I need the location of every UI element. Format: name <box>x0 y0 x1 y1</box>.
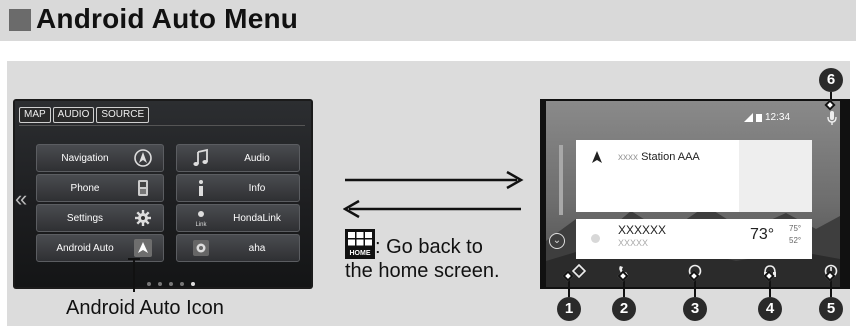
page-dot <box>169 282 173 286</box>
scroll-indicator[interactable] <box>559 145 563 215</box>
menu-item-label: Navigation <box>61 153 109 164</box>
home-note-line1: : Go back to <box>375 236 483 258</box>
tab-source[interactable]: SOURCE <box>96 107 150 123</box>
page-title: Android Auto Menu <box>36 3 299 34</box>
tab-divider <box>19 125 305 126</box>
temperature: 73° <box>750 226 775 243</box>
weather-title: XXXXXX <box>618 223 667 237</box>
microphone-icon[interactable] <box>826 110 838 126</box>
menu-item-settings[interactable]: Settings <box>36 204 164 232</box>
temperature-low: 52° <box>789 236 802 245</box>
compass-icon <box>134 149 152 167</box>
music-note-icon <box>193 148 208 166</box>
title-square-icon <box>9 9 31 31</box>
phone-icon <box>138 180 148 196</box>
info-icon <box>199 180 203 196</box>
callout-number-4: 4 <box>758 297 782 321</box>
navigation-card-map <box>739 140 812 212</box>
menu-item-label: Android Auto <box>56 243 114 254</box>
hondalink-icon: Link <box>195 211 207 228</box>
status-bar: 12:34 <box>744 112 790 123</box>
menu-item-label: Phone <box>70 183 100 194</box>
callout-number-6: 6 <box>819 68 843 92</box>
arrow-right-icon <box>345 170 524 190</box>
navigation-nav-icon[interactable] <box>572 264 586 278</box>
android-auto-icon <box>134 239 152 257</box>
aha-icon <box>193 240 209 256</box>
hondalink-icon-text: Link <box>195 222 207 228</box>
home-note-line2: the home screen. <box>345 260 500 282</box>
menu-item-android-auto[interactable]: Android Auto <box>36 234 164 262</box>
callout-number-2: 2 <box>612 297 636 321</box>
menu-item-label: Audio <box>244 153 270 164</box>
page-dot <box>147 282 151 286</box>
menu-item-hondalink[interactable]: Link HondaLink <box>176 204 300 232</box>
menu-item-label: HondaLink <box>233 213 281 224</box>
chevron-left-icon[interactable]: « <box>15 186 27 212</box>
weather-dot-icon <box>591 234 600 243</box>
tab-map[interactable]: MAP <box>19 107 51 123</box>
expand-icon[interactable]: ⌄ <box>549 233 565 249</box>
weather-subtitle: XXXXX <box>618 238 649 248</box>
signal-icon <box>744 113 753 122</box>
tab-audio[interactable]: AUDIO <box>52 107 95 123</box>
station-name: Station AAA <box>641 151 700 163</box>
callout-number-5: 5 <box>819 297 843 321</box>
android-auto-icon-callout: Android Auto Icon <box>66 297 224 319</box>
arrow-left-icon <box>343 199 521 219</box>
callout-number-1: 1 <box>557 297 581 321</box>
clock: 12:34 <box>765 112 791 123</box>
navigation-arrow-icon <box>592 151 602 163</box>
menu-item-label: aha <box>248 243 266 254</box>
menu-item-info[interactable]: Info <box>176 174 300 202</box>
callout-number-3: 3 <box>683 297 707 321</box>
page-dot <box>180 282 184 286</box>
callout-line <box>133 258 135 292</box>
menu-item-aha[interactable]: aha <box>176 234 300 262</box>
home-badge-text: HOME <box>350 250 371 257</box>
station-text: xxxx Station AAA <box>618 151 700 163</box>
weather-card[interactable] <box>576 219 812 259</box>
page-dot-active <box>191 282 195 286</box>
menu-item-phone[interactable]: Phone <box>36 174 164 202</box>
home-note: HOME : Go back to the home screen. <box>345 229 500 283</box>
menu-item-navigation[interactable]: Navigation <box>36 144 164 172</box>
gear-icon <box>135 210 151 226</box>
page-dot <box>158 282 162 286</box>
battery-icon <box>756 114 762 122</box>
home-button-icon: HOME <box>345 229 375 259</box>
head-unit-tabs: MAP AUDIO SOURCE <box>19 107 150 123</box>
page-indicator <box>147 282 195 286</box>
menu-item-label: Info <box>248 183 266 194</box>
menu-item-label: Settings <box>66 213 104 224</box>
temperature-high: 75° <box>789 224 802 233</box>
station-prefix: xxxx <box>618 152 638 163</box>
title-bar: Android Auto Menu <box>0 0 856 41</box>
menu-item-audio[interactable]: Audio <box>176 144 300 172</box>
